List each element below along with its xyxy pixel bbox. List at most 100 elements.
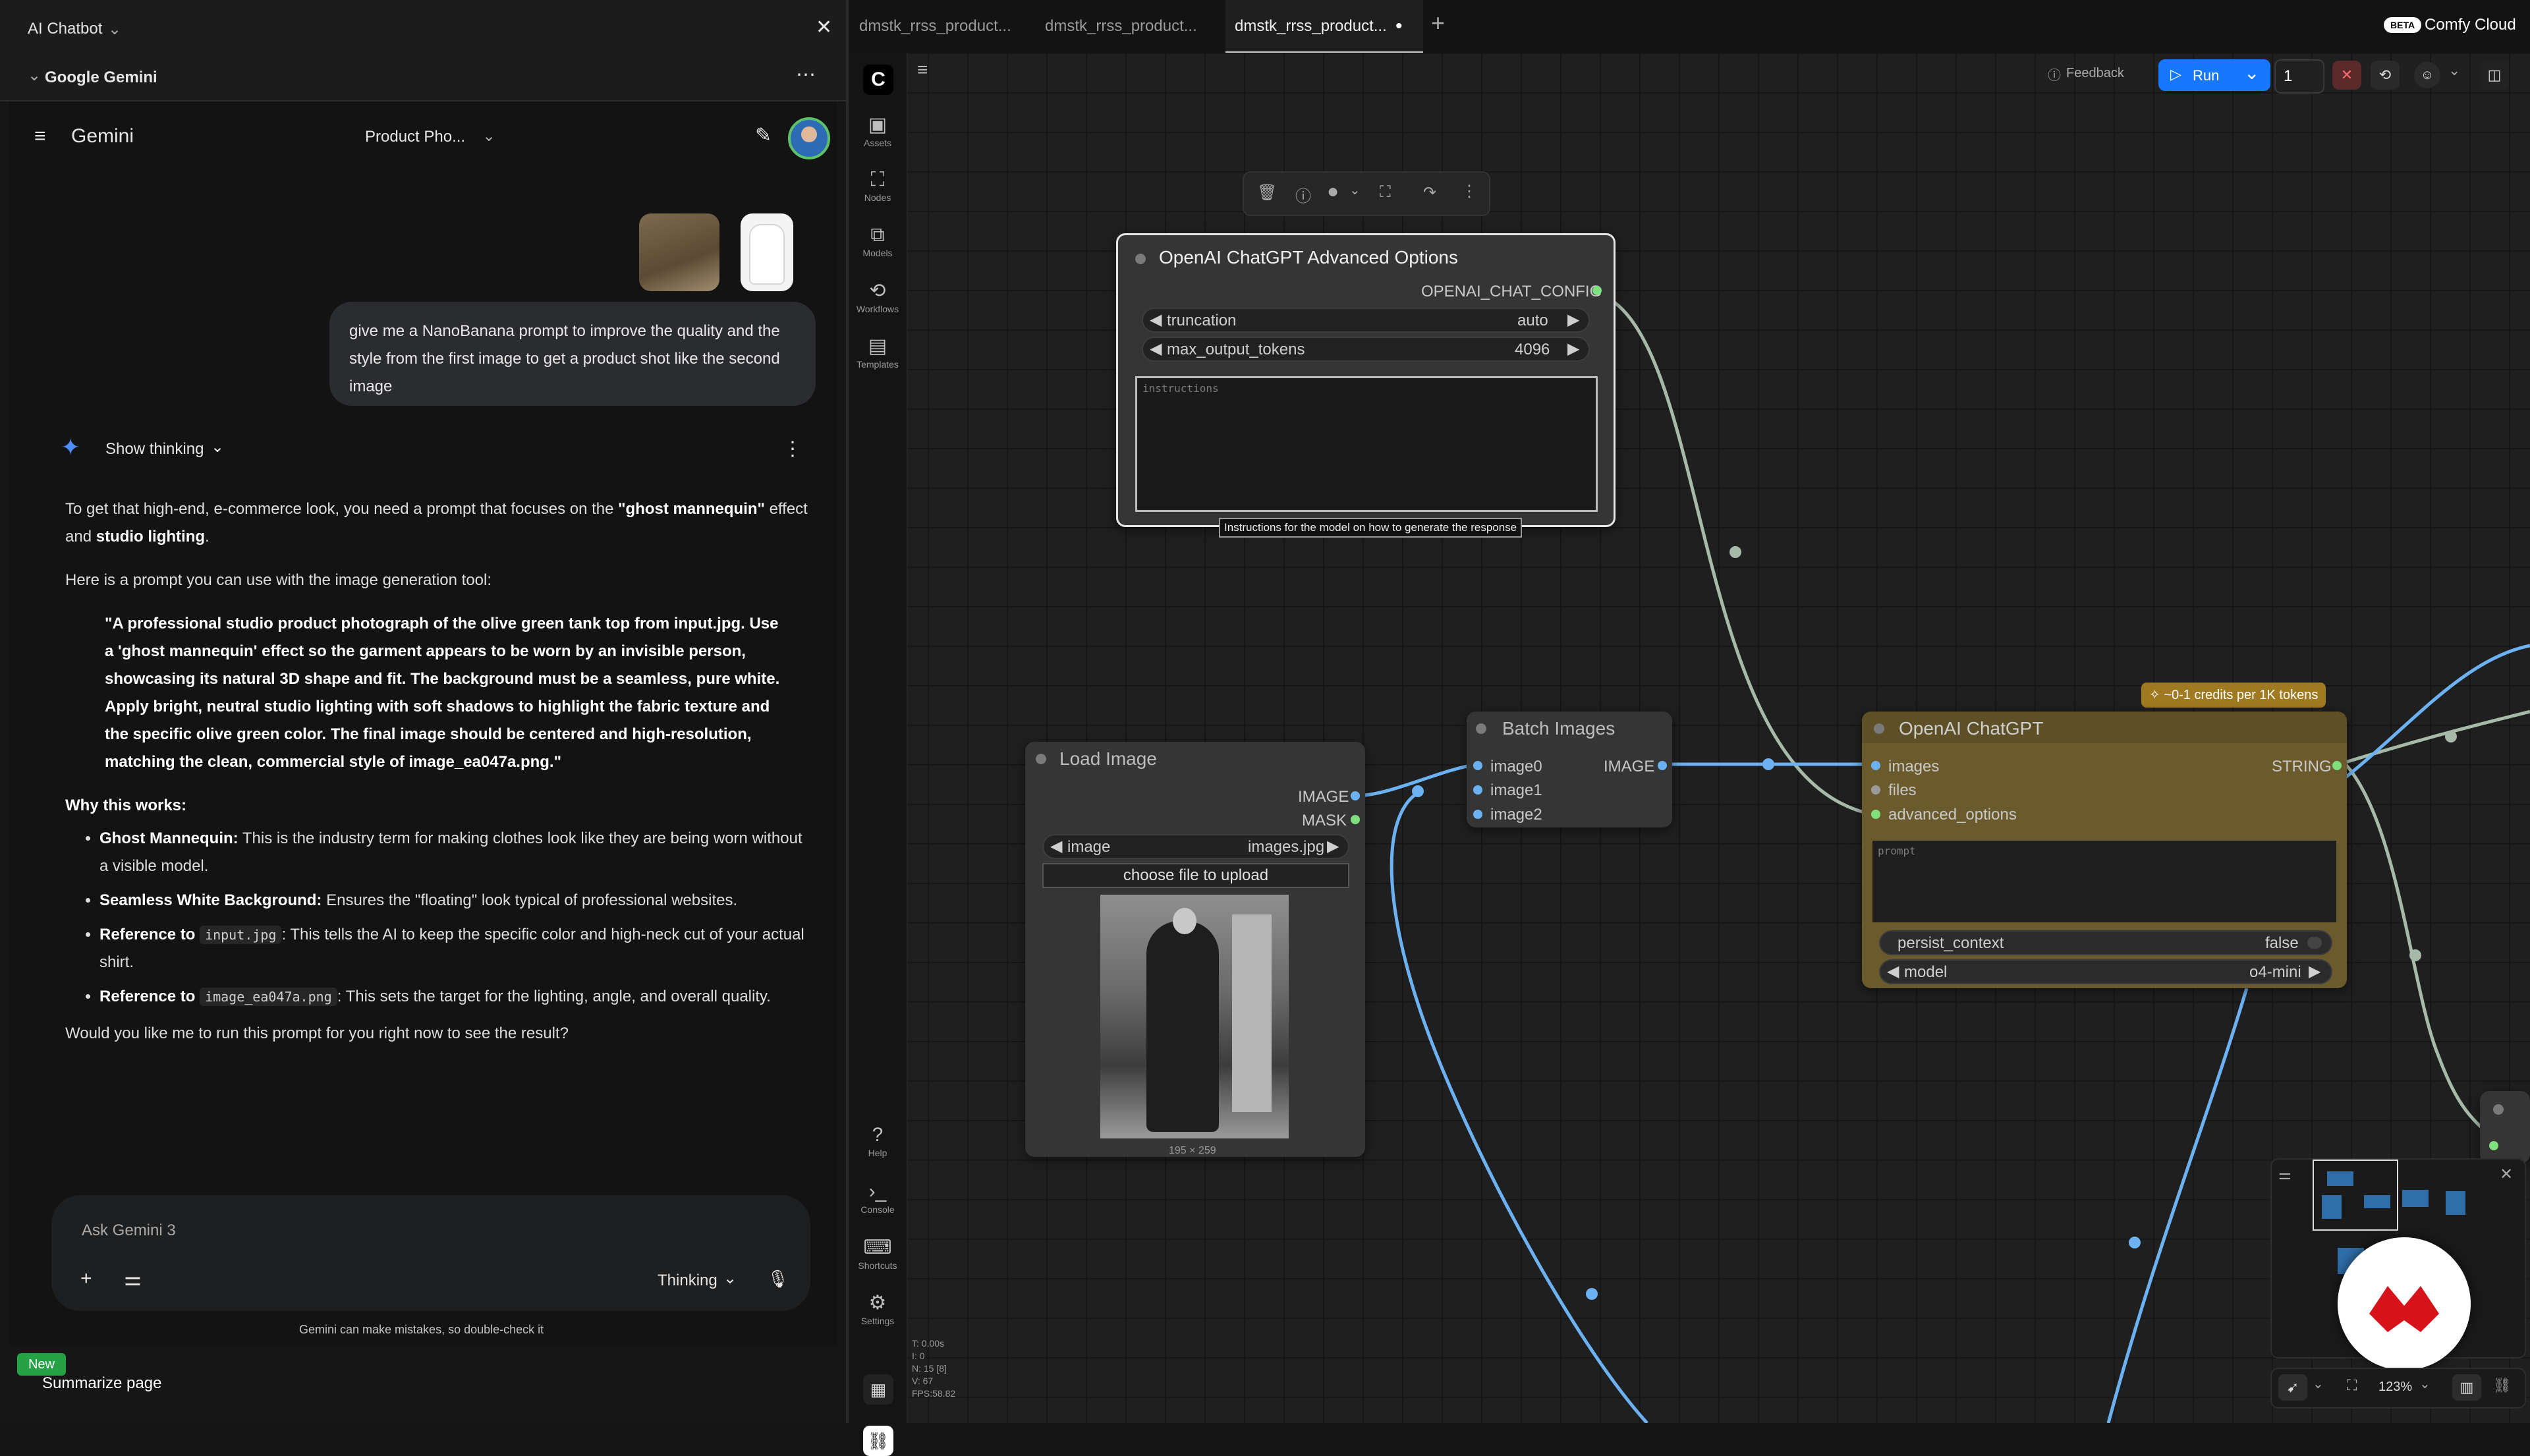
- node-batch-images[interactable]: Batch Images image0 image1 image2 IMAGE: [1467, 712, 1672, 827]
- image-select-widget[interactable]: ◀ image images.jpg ▶: [1042, 834, 1349, 859]
- sidebar-item-settings[interactable]: ⚙ Settings: [849, 1291, 907, 1326]
- feedback-button[interactable]: Feedback: [2066, 66, 2124, 81]
- chevron-down-icon[interactable]: ⌄: [1349, 182, 1361, 198]
- sidebar-item-console[interactable]: ›_ Console: [849, 1181, 907, 1215]
- run-toolbar: ⓘ Feedback ▷ Run ⌄ 1 ✕ ⟲ ☺ ⌄ ◫: [2035, 53, 2529, 94]
- history-icon[interactable]: ⟲: [2371, 61, 2400, 90]
- workflows-icon: ⟲: [869, 280, 886, 302]
- settings-icon: ⚙: [868, 1292, 887, 1314]
- widget-label: image: [1067, 838, 1111, 856]
- textarea-placeholder: instructions: [1142, 382, 1219, 395]
- bypass-icon[interactable]: ↷: [1423, 183, 1436, 202]
- node-openai-chatgpt[interactable]: OpenAI ChatGPT images files advanced_opt…: [1862, 712, 2347, 988]
- models-icon: ⧉: [870, 224, 885, 246]
- widget-value: auto: [1517, 312, 1548, 329]
- max-output-tokens-widget[interactable]: ◀ max_output_tokens 4096 ▶: [1142, 337, 1590, 362]
- more-options-icon[interactable]: ⋮: [1461, 182, 1477, 201]
- queue-count[interactable]: 1: [2284, 67, 2292, 86]
- sidebar-item-help[interactable]: ? Help: [849, 1124, 907, 1158]
- sidebar-item-models[interactable]: ⧉ Models: [849, 224, 907, 258]
- input-slot[interactable]: [1871, 761, 1880, 770]
- sidebar-item-workflows[interactable]: ⟲ Workflows: [849, 279, 907, 314]
- truncation-widget[interactable]: ◀ truncation auto ▶: [1142, 308, 1590, 333]
- selection-toolbox: 🗑 ⓘ ● ⌄ ⛶ ↷ ⋮: [1243, 171, 1490, 216]
- prompt-textarea[interactable]: prompt: [1872, 841, 2336, 922]
- model-select-widget[interactable]: ◀ model o4-mini ▶: [1879, 959, 2332, 984]
- user-icon[interactable]: ☺: [2414, 62, 2440, 88]
- decrement-icon[interactable]: ◀: [1150, 339, 1162, 358]
- widget-label: truncation: [1167, 312, 1237, 329]
- minimap-settings-icon[interactable]: ⚌: [2278, 1166, 2291, 1183]
- sidebar-item-assets[interactable]: ▣ Assets: [849, 113, 907, 148]
- toggle-switch[interactable]: [2307, 937, 2322, 949]
- play-icon: ▷: [2170, 66, 2181, 82]
- increment-icon[interactable]: ▶: [2309, 962, 2320, 981]
- upload-button[interactable]: choose file to upload: [1042, 863, 1349, 888]
- cancel-run-button[interactable]: ✕: [2332, 61, 2361, 90]
- panel-toggle-icon[interactable]: ◫: [2480, 61, 2509, 90]
- input-slot-label: advanced_options: [1888, 806, 2017, 824]
- node-title: OpenAI ChatGPT Advanced Options: [1159, 247, 1458, 267]
- input-slot-label: files: [1888, 781, 1917, 799]
- tooltip: Instructions for the model on how to gen…: [1219, 518, 1523, 538]
- delete-icon[interactable]: 🗑: [1257, 183, 1277, 202]
- minimap-toggle-icon[interactable]: ▥: [2452, 1374, 2481, 1401]
- zoom-level[interactable]: 123%: [2378, 1380, 2412, 1395]
- decrement-icon[interactable]: ◀: [1050, 837, 1062, 856]
- input-slot[interactable]: [1871, 810, 1880, 819]
- node-partial-offscreen[interactable]: [2480, 1091, 2530, 1163]
- sidebar-item-nodes[interactable]: ⛶ Nodes: [849, 169, 907, 203]
- chevron-down-icon[interactable]: ⌄: [2448, 62, 2460, 79]
- input-slot[interactable]: [1871, 785, 1880, 795]
- input-slot-label: image1: [1490, 781, 1542, 799]
- brand-logo-button[interactable]: [2338, 1237, 2471, 1370]
- comfy-logo-icon[interactable]: C: [863, 65, 893, 95]
- textarea-placeholder: prompt: [1878, 845, 1916, 857]
- node-title: Batch Images: [1502, 718, 1616, 739]
- side-toolbar: C ▣ Assets ⛶ Nodes ⧉ Models ⟲ Workflows ▤ Tem…: [849, 53, 908, 1456]
- node-status-dot: [1036, 754, 1046, 764]
- queue-count-stepper[interactable]: 1: [2274, 59, 2324, 94]
- color-icon[interactable]: ●: [1327, 181, 1339, 203]
- input-slot[interactable]: [1473, 785, 1482, 795]
- increment-icon[interactable]: ▶: [1567, 339, 1579, 358]
- sidebar-item-shortcuts[interactable]: ⌨ Shortcuts: [849, 1236, 907, 1271]
- credits-icon: ✧: [2149, 688, 2164, 702]
- run-label: Run: [2193, 67, 2220, 84]
- input-slot[interactable]: [2489, 1141, 2498, 1150]
- instructions-textarea[interactable]: instructions: [1135, 376, 1598, 512]
- wire-string-out: [2338, 710, 2530, 766]
- input-slot[interactable]: [1473, 761, 1482, 770]
- link-visibility-icon[interactable]: ⛓: [2493, 1377, 2512, 1394]
- mask-output-slot[interactable]: [1351, 815, 1360, 824]
- node-status-dot: [2493, 1104, 2504, 1115]
- decrement-icon[interactable]: ◀: [1887, 962, 1899, 981]
- fit-view-icon[interactable]: ⛶: [2347, 1377, 2357, 1394]
- chevron-down-icon[interactable]: ⌄: [2419, 1376, 2431, 1392]
- increment-icon[interactable]: ▶: [1327, 837, 1339, 856]
- image-output-slot[interactable]: [1351, 791, 1360, 800]
- perf-stats: T: 0.00s I: 0 N: 15 [8] V: 67 FPS:58.82: [912, 1338, 956, 1399]
- feedback-icon[interactable]: ⓘ: [2048, 65, 2061, 84]
- close-icon[interactable]: ✕: [2500, 1165, 2513, 1184]
- node-load-image[interactable]: Load Image IMAGE MASK ◀ image images.jpg…: [1025, 742, 1365, 1157]
- input-slot[interactable]: [1473, 810, 1482, 819]
- graph-icon[interactable]: ⛓: [863, 1426, 893, 1456]
- decrement-icon[interactable]: ◀: [1150, 310, 1162, 329]
- persist-context-toggle[interactable]: persist_context false: [1879, 930, 2332, 955]
- sidebar-item-templates[interactable]: ▤ Templates: [849, 335, 907, 370]
- chevron-down-icon[interactable]: ⌄: [2313, 1376, 2324, 1392]
- output-slot[interactable]: [2332, 761, 2342, 770]
- info-icon[interactable]: ⓘ: [1295, 183, 1311, 206]
- chevron-down-icon[interactable]: ⌄: [2244, 62, 2259, 84]
- output-slot[interactable]: [1592, 286, 1602, 295]
- fit-icon[interactable]: ⛶: [1380, 183, 1391, 202]
- canvas-menu-icon[interactable]: ≡: [917, 59, 928, 80]
- select-tool-icon[interactable]: ➹: [2278, 1374, 2307, 1401]
- run-button[interactable]: ▷ Run ⌄: [2158, 59, 2270, 91]
- output-slot[interactable]: [1658, 761, 1667, 770]
- increment-icon[interactable]: ▶: [1567, 310, 1579, 329]
- bottom-panel-icon[interactable]: ▦: [863, 1374, 893, 1405]
- assets-icon: ▣: [868, 114, 887, 136]
- node-openai-advanced-options[interactable]: OpenAI ChatGPT Advanced Options OPENAI_C…: [1116, 233, 1616, 527]
